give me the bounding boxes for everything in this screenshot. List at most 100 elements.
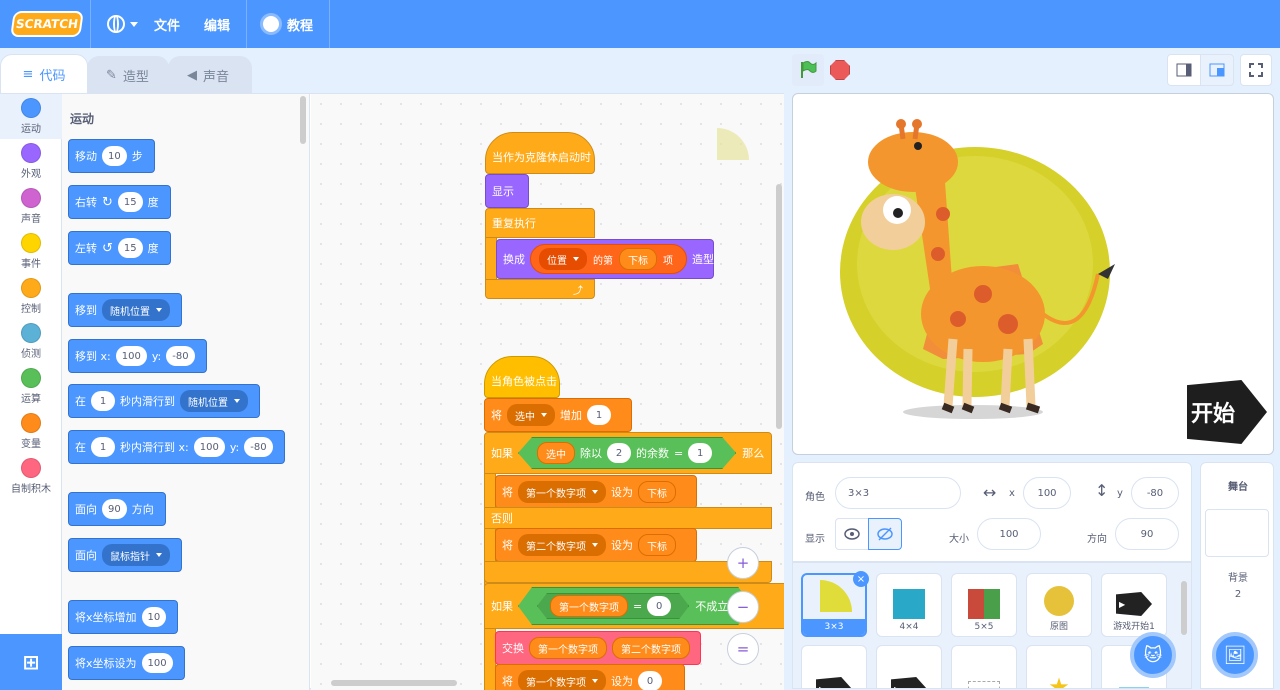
- size-input[interactable]: 100: [977, 518, 1041, 550]
- degrees-input[interactable]: 15: [117, 238, 143, 258]
- x-input[interactable]: 100: [115, 346, 147, 366]
- category-variables[interactable]: 变量: [0, 409, 62, 454]
- category-sensing[interactable]: 侦测: [0, 319, 62, 364]
- list-dropdown[interactable]: 位置: [539, 248, 587, 270]
- swap-block[interactable]: 交换 第一个数字项 第二个数字项: [495, 631, 701, 665]
- x-input[interactable]: 100: [141, 653, 173, 673]
- delete-sprite-button[interactable]: ×: [853, 571, 869, 587]
- category-looks[interactable]: 外观: [0, 139, 62, 184]
- y-input[interactable]: -80: [166, 346, 195, 366]
- show-visible-button[interactable]: [835, 518, 869, 550]
- goto-target-dropdown[interactable]: 随机位置: [102, 299, 170, 321]
- x-input[interactable]: 100: [193, 437, 225, 457]
- zoom-out-button[interactable]: −: [727, 591, 759, 623]
- value-input[interactable]: 0: [638, 671, 662, 690]
- divisor-input[interactable]: 2: [607, 443, 631, 463]
- second-number-reporter[interactable]: 第二个数字项: [612, 637, 690, 659]
- first-number-reporter[interactable]: 第一个数字项: [550, 595, 628, 617]
- sprite-name-input[interactable]: 3×3: [835, 477, 961, 509]
- turn-left-block[interactable]: 左转 ↺ 15 度: [68, 231, 171, 265]
- sprite-tile[interactable]: 原图: [1026, 573, 1092, 637]
- set-second-number-block[interactable]: 将第二个数字项 设为 下标: [495, 528, 697, 562]
- selected-variable-reporter[interactable]: 选中: [537, 442, 575, 464]
- glide-target-dropdown[interactable]: 随机位置: [180, 390, 248, 412]
- goto-block[interactable]: 移到 随机位置: [68, 293, 182, 327]
- secs-input[interactable]: 1: [91, 437, 115, 457]
- category-events[interactable]: 事件: [0, 229, 62, 274]
- first-number-reporter[interactable]: 第一个数字项: [529, 637, 607, 659]
- scratch-logo[interactable]: SCRATCH: [10, 11, 84, 37]
- forever-block[interactable]: 重复执行: [485, 208, 595, 238]
- stage-canvas[interactable]: 开始: [792, 93, 1274, 455]
- large-stage-button[interactable]: [1200, 54, 1234, 86]
- sprite-tile[interactable]: ▶ 游戏开始1: [1101, 573, 1167, 637]
- direction-input[interactable]: 90: [1115, 518, 1179, 550]
- set-first-number-zero-block[interactable]: 将第一个数字项 设为 0: [495, 664, 685, 690]
- equals-operator[interactable]: 选中 除以 2 的余数 = 1: [518, 437, 736, 469]
- steps-input[interactable]: 10: [102, 146, 127, 166]
- add-sprite-button[interactable]: 🐱: [1130, 632, 1176, 678]
- green-flag-button[interactable]: [792, 54, 824, 86]
- sprite-tile[interactable]: × 3×3: [801, 571, 869, 637]
- index-variable-reporter[interactable]: 下标: [638, 481, 676, 503]
- category-operators[interactable]: 运算: [0, 364, 62, 409]
- tab-code[interactable]: ≡ 代码: [0, 54, 88, 94]
- sprite-tile[interactable]: ▶: [876, 645, 942, 688]
- secs-input[interactable]: 1: [91, 391, 115, 411]
- add-extension-button[interactable]: ⊞: [0, 634, 62, 690]
- variable-dropdown[interactable]: 第一个数字项: [518, 481, 606, 503]
- fullscreen-button[interactable]: [1240, 54, 1272, 86]
- tutorials-menu[interactable]: 教程: [255, 0, 321, 48]
- dx-input[interactable]: 10: [141, 607, 167, 627]
- show-block[interactable]: 显示: [485, 174, 529, 208]
- index-variable-reporter[interactable]: 下标: [638, 534, 676, 556]
- sprite-list-scrollbar[interactable]: [1181, 581, 1187, 635]
- point-direction-block[interactable]: 面向 90 方向: [68, 492, 166, 526]
- move-steps-block[interactable]: 移动 10 步: [68, 139, 155, 173]
- category-sound[interactable]: 声音: [0, 184, 62, 229]
- clone-start-hat-block[interactable]: 当作为克隆体启动时: [485, 132, 595, 174]
- variable-dropdown[interactable]: 选中: [507, 404, 555, 426]
- switch-costume-block[interactable]: 换成 位置 的第 下标 项 造型: [496, 239, 714, 279]
- sprite-tile[interactable]: 4×4: [876, 573, 942, 637]
- point-towards-block[interactable]: 面向 鼠标指针: [68, 538, 182, 572]
- zoom-in-button[interactable]: +: [727, 547, 759, 579]
- edit-menu[interactable]: 编辑: [196, 0, 238, 48]
- direction-input[interactable]: 90: [102, 499, 127, 519]
- hide-button[interactable]: [868, 518, 902, 550]
- tab-costumes[interactable]: ✎ 造型: [87, 56, 169, 94]
- equals-operator[interactable]: 第一个数字项 = 0: [537, 593, 689, 619]
- zoom-reset-button[interactable]: =: [727, 633, 759, 665]
- not-operator[interactable]: 第一个数字项 = 0 不成立: [518, 587, 752, 625]
- compare-input[interactable]: 1: [688, 443, 712, 463]
- script-vertical-scrollbar[interactable]: [776, 184, 782, 429]
- add-backdrop-button[interactable]: 🖼: [1212, 632, 1258, 678]
- item-of-list-reporter[interactable]: 位置 的第 下标 项: [530, 244, 687, 274]
- file-menu[interactable]: 文件: [146, 0, 188, 48]
- sprite-tile[interactable]: [951, 645, 1017, 688]
- language-menu[interactable]: [99, 0, 146, 48]
- glide-xy-block[interactable]: 在 1 秒内滑行到 x: 100 y: -80: [68, 430, 285, 464]
- variable-dropdown[interactable]: 第一个数字项: [518, 670, 606, 690]
- glide-block[interactable]: 在 1 秒内滑行到 随机位置: [68, 384, 260, 418]
- variable-dropdown[interactable]: 第二个数字项: [518, 534, 606, 556]
- y-input[interactable]: -80: [244, 437, 273, 457]
- category-motion[interactable]: 运动: [0, 94, 62, 139]
- change-x-block[interactable]: 将x坐标增加 10: [68, 600, 179, 634]
- goto-xy-block[interactable]: 移到 x: 100 y: -80: [68, 339, 207, 373]
- small-stage-button[interactable]: [1167, 54, 1201, 86]
- category-my-blocks[interactable]: 自制积木: [0, 454, 62, 499]
- degrees-input[interactable]: 15: [117, 192, 143, 212]
- turn-right-block[interactable]: 右转 ↻ 15 度: [68, 185, 171, 219]
- towards-dropdown[interactable]: 鼠标指针: [102, 544, 170, 566]
- palette-scrollbar[interactable]: [300, 96, 306, 144]
- tab-sounds[interactable]: ◀ 声音: [168, 56, 252, 94]
- sprite-tile[interactable]: 5×5: [951, 573, 1017, 637]
- change-variable-block[interactable]: 将选中 增加 1: [484, 398, 632, 432]
- script-horizontal-scrollbar[interactable]: [331, 680, 457, 686]
- sprite-tile[interactable]: ★: [1026, 645, 1092, 688]
- x-position-input[interactable]: 100: [1023, 477, 1071, 509]
- compare-input[interactable]: 0: [647, 596, 671, 616]
- set-first-number-block[interactable]: 将第一个数字项 设为 下标: [495, 475, 697, 509]
- index-variable-reporter[interactable]: 下标: [619, 248, 657, 270]
